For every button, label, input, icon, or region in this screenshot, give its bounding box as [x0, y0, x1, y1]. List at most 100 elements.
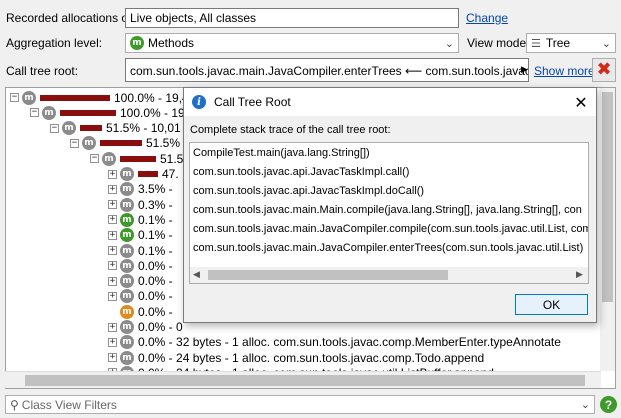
tree-view-icon: ☰	[531, 36, 541, 50]
stack-trace-line: com.sun.tools.javac.main.Main.compile(ja…	[193, 204, 582, 216]
tree-row-label: 0.3% -	[138, 197, 173, 212]
tree-row[interactable]: + m 0.0% - 32 bytes - 1 alloc. com.sun.too…	[108, 335, 561, 350]
search-icon: ⚲	[10, 397, 19, 412]
help-icon: ?	[604, 397, 613, 412]
recorded-allocations-label: Recorded allocations of:	[6, 11, 135, 25]
clear-root-button[interactable]: ✖	[592, 58, 616, 82]
call-tree-root-dialog: i Call Tree Root ✕ Complete stack trace …	[183, 87, 597, 323]
tree-row-label: 0.1% -	[138, 228, 173, 243]
filter-placeholder: Class View Filters	[21, 397, 117, 412]
tree-row[interactable]: − m 100.0% - 19,440	[30, 105, 208, 120]
horizontal-scrollbar[interactable]: ◀ ▶	[190, 267, 588, 283]
method-icon: m	[120, 350, 134, 365]
expand-toggle[interactable]: +	[108, 353, 117, 363]
tree-row-label: 3.5% -	[138, 182, 173, 197]
method-icon: m	[120, 212, 134, 227]
tree-row[interactable]: − m 51.5%	[90, 151, 194, 166]
tree-row[interactable]: − m 51.5% - 10,01	[50, 121, 181, 136]
expand-toggle[interactable]: +	[108, 215, 117, 225]
expand-toggle[interactable]: +	[108, 276, 117, 286]
tree-row[interactable]: + m 0.1% -	[108, 243, 173, 258]
method-icon: m	[42, 105, 56, 120]
dialog-close-button[interactable]: ✕	[566, 93, 596, 112]
tree-row[interactable]: + m 0.0% - 0	[108, 320, 183, 335]
scroll-right-icon[interactable]: ▶	[576, 269, 583, 280]
tree-row[interactable]: + m 0.0% -	[108, 289, 173, 304]
expand-toggle[interactable]: +	[108, 200, 117, 210]
expand-toggle[interactable]: +	[108, 246, 117, 255]
change-link[interactable]: Change	[466, 11, 508, 25]
percentage-bar	[60, 109, 116, 116]
tree-row[interactable]: + m 0.0% -	[108, 258, 173, 273]
vertical-scrollbar[interactable]	[600, 88, 615, 371]
stack-trace-line: CompileTest.main(java.lang.String[])	[193, 147, 370, 159]
help-button[interactable]: ?	[600, 396, 617, 413]
method-icon: m	[82, 136, 96, 151]
close-icon: ✖	[596, 59, 612, 80]
tree-row[interactable]: + m 0.0% -	[108, 274, 173, 289]
expand-toggle[interactable]: +	[108, 184, 117, 194]
collapse-toggle[interactable]: −	[10, 93, 19, 102]
tree-row[interactable]: + m 47.	[108, 167, 179, 182]
chevron-down-icon: ⌄	[580, 399, 590, 411]
collapse-toggle[interactable]: −	[30, 108, 39, 118]
stack-trace-line: com.sun.tools.javac.api.JavacTaskImpl.do…	[193, 185, 425, 197]
view-mode-label: View mode:	[467, 36, 530, 50]
expand-toggle[interactable]: +	[108, 337, 117, 347]
view-mode-combo[interactable]: ☰ Tree ⌄	[526, 33, 616, 53]
stack-trace-textarea[interactable]: CompileTest.main(java.lang.String[]) com.…	[189, 142, 589, 284]
method-icon: m	[120, 274, 134, 289]
scroll-thumb[interactable]	[25, 375, 585, 386]
dialog-titlebar: i Call Tree Root ✕	[184, 88, 596, 116]
method-icon: m	[120, 228, 134, 243]
class-view-filter[interactable]: ⚲ Class View Filters ⌄	[5, 395, 595, 414]
tree-row[interactable]: +m 0.0% - 24 bytes - 1 alloc. com.sun.too…	[108, 350, 484, 365]
tree-row-label: 0.1% -	[138, 212, 173, 227]
tree-row[interactable]: + m 3.5% -	[108, 182, 173, 197]
collapse-toggle[interactable]: −	[70, 138, 79, 148]
method-icon: m	[120, 289, 134, 304]
method-icon: m	[22, 90, 36, 105]
tree-row-label: 0.0% -	[138, 274, 173, 289]
tree-row[interactable]: + m 0.1% -	[108, 212, 173, 227]
stack-trace-line: com.sun.tools.javac.api.JavacTaskImpl.ca…	[193, 166, 410, 178]
tree-row-label: 0.0% - 24 bytes - 1 alloc. com.sun.tools…	[138, 350, 485, 365]
tree-row[interactable]: − m 100.0% - 19,440	[10, 90, 202, 105]
tree-row[interactable]: + m 0.1% -	[108, 228, 173, 243]
dialog-subtitle: Complete stack trace of the call tree ro…	[190, 124, 391, 136]
method-icon: m	[120, 197, 134, 212]
method-icon: m	[120, 335, 134, 350]
expand-toggle[interactable]: +	[108, 291, 117, 301]
collapse-toggle[interactable]: −	[90, 154, 99, 164]
scroll-thumb[interactable]	[208, 270, 448, 280]
expand-toggle[interactable]: +	[108, 169, 117, 179]
aggregation-level-combo[interactable]: m Methods ⌄	[125, 33, 459, 53]
call-tree-root-field[interactable]: com.sun.tools.javac.main.JavaCompiler.en…	[125, 58, 529, 82]
method-icon: m	[120, 304, 134, 319]
tree-row-label: 0.0% -	[138, 304, 173, 319]
method-icon: m	[102, 151, 116, 166]
dialog-title: Call Tree Root	[214, 95, 291, 109]
recorded-allocations-field[interactable]: Live objects, All classes	[125, 8, 459, 28]
percentage-bar	[100, 140, 142, 147]
stack-trace-line: com.sun.tools.javac.main.JavaCompiler.co…	[193, 223, 589, 235]
aggregation-level-value: Methods	[148, 36, 195, 50]
scroll-thumb[interactable]	[602, 92, 613, 302]
method-icon: m	[120, 167, 134, 181]
call-tree-root-value: com.sun.tools.javac.main.JavaCompiler.en…	[130, 64, 529, 78]
caret-right-icon: ▶	[521, 64, 528, 74]
ok-button[interactable]: OK	[515, 294, 588, 315]
tree-row[interactable]: m 0.0% -	[108, 304, 173, 319]
horizontal-scrollbar[interactable]	[5, 371, 601, 388]
stack-trace-line: com.sun.tools.javac.main.JavaCompiler.en…	[193, 242, 584, 254]
tree-row-label: 51.5% - 10,01	[106, 121, 181, 136]
show-more-link[interactable]: Show more	[534, 64, 595, 78]
tree-row[interactable]: + m 0.3% -	[108, 197, 173, 212]
expand-toggle[interactable]: +	[108, 322, 117, 332]
call-tree-root-label: Call tree root:	[6, 64, 79, 78]
collapse-toggle[interactable]: −	[50, 123, 59, 133]
scroll-left-icon[interactable]: ◀	[193, 269, 200, 280]
expand-toggle[interactable]: +	[108, 230, 117, 240]
expand-toggle[interactable]: +	[108, 261, 117, 271]
percentage-bar	[40, 94, 110, 101]
